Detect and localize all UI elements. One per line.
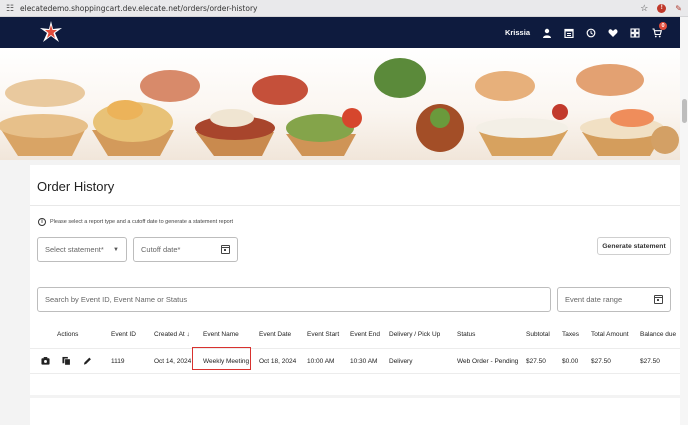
- col-event-id[interactable]: Event ID: [111, 331, 136, 338]
- col-total[interactable]: Total Amount: [591, 331, 629, 338]
- statement-info: i Please select a report type and a cuto…: [38, 218, 233, 226]
- heart-icon[interactable]: [607, 27, 618, 38]
- info-text: Please select a report type and a cutoff…: [50, 219, 234, 225]
- col-event-end[interactable]: Event End: [350, 331, 380, 338]
- col-balance[interactable]: Balance due: [640, 331, 676, 338]
- page-scrollbar[interactable]: [680, 17, 688, 425]
- view-icon[interactable]: [41, 356, 50, 366]
- info-icon: i: [38, 218, 46, 226]
- calendar-icon[interactable]: [563, 27, 574, 38]
- cell-event-end: 10:30 AM: [350, 358, 378, 365]
- cell-balance: $27.50: [640, 358, 660, 365]
- col-status[interactable]: Status: [457, 331, 475, 338]
- cart-badge: 0: [659, 22, 667, 30]
- tune-icon[interactable]: ☷: [6, 3, 16, 14]
- user-icon[interactable]: [541, 27, 552, 38]
- search-input[interactable]: Search by Event ID, Event Name or Status: [37, 287, 551, 312]
- pen-icon[interactable]: ✎: [675, 4, 682, 13]
- calendar-icon[interactable]: [221, 245, 230, 254]
- col-actions: Actions: [57, 331, 79, 338]
- browser-actions: ☆ ! ✎: [640, 3, 682, 14]
- cell-event-date: Oct 18, 2024: [259, 358, 297, 365]
- edit-icon[interactable]: [83, 356, 92, 366]
- event-date-range-placeholder: Event date range: [565, 295, 623, 304]
- caret-down-icon: ▼: [113, 246, 119, 253]
- cell-total: $27.50: [591, 358, 611, 365]
- history-icon[interactable]: [585, 27, 596, 38]
- url-text[interactable]: elecatedemo.shoppingcart.dev.elecate.net…: [20, 4, 257, 13]
- statement-select[interactable]: Select statement* ▼: [37, 237, 127, 262]
- cell-event-id: 1119: [111, 358, 125, 365]
- cell-created-at: Oct 14, 2024: [154, 358, 192, 365]
- col-event-date[interactable]: Event Date: [259, 331, 291, 338]
- generate-statement-button[interactable]: Generate statement: [597, 237, 671, 255]
- cell-delivery: Delivery: [389, 358, 413, 365]
- profile-icon[interactable]: !: [657, 3, 667, 13]
- secondary-card: [30, 398, 680, 425]
- cutoff-date-field[interactable]: Cutoff date*: [133, 237, 238, 262]
- hero-banner: [0, 48, 680, 160]
- copy-icon[interactable]: [62, 356, 71, 366]
- col-event-start[interactable]: Event Start: [307, 331, 339, 338]
- grid-icon[interactable]: [629, 27, 640, 38]
- hero-image: [0, 58, 679, 156]
- cell-event-start: 10:00 AM: [307, 358, 335, 365]
- search-placeholder: Search by Event ID, Event Name or Status: [45, 295, 188, 304]
- title-divider: [30, 205, 680, 206]
- col-event-name[interactable]: Event Name: [203, 331, 239, 338]
- event-name-highlight: [192, 347, 251, 370]
- order-history-card: Order History i Please select a report t…: [30, 165, 680, 395]
- statement-select-placeholder: Select statement*: [45, 245, 104, 254]
- col-taxes[interactable]: Taxes: [562, 331, 579, 338]
- scrollbar-thumb[interactable]: [682, 99, 687, 123]
- cell-taxes: $0.00: [562, 358, 579, 365]
- col-delivery[interactable]: Delivery / Pick Up: [389, 331, 440, 338]
- table-header: Actions Event ID Created At ↓ Event Name…: [30, 331, 680, 345]
- top-nav: Krissia 0: [0, 17, 680, 48]
- calendar-icon[interactable]: [654, 295, 663, 304]
- page-title: Order History: [37, 179, 115, 194]
- col-subtotal[interactable]: Subtotal: [526, 331, 550, 338]
- event-date-range-field[interactable]: Event date range: [557, 287, 671, 312]
- cutoff-date-placeholder: Cutoff date*: [141, 245, 181, 254]
- cart-icon[interactable]: 0: [651, 22, 667, 38]
- cell-status: Web Order - Pending: [457, 358, 519, 365]
- col-created-at[interactable]: Created At ↓: [154, 331, 190, 338]
- star-icon[interactable]: ☆: [640, 3, 648, 14]
- browser-address-bar[interactable]: ☷ elecatedemo.shoppingcart.dev.elecate.n…: [0, 0, 688, 17]
- nav-user-name[interactable]: Krissia: [505, 28, 530, 37]
- logo-icon[interactable]: [40, 21, 62, 43]
- cell-subtotal: $27.50: [526, 358, 546, 365]
- nav-actions: Krissia 0: [505, 22, 667, 38]
- table-row[interactable]: 1119 Oct 14, 2024 Weekly Meeting Oct 18,…: [30, 348, 680, 374]
